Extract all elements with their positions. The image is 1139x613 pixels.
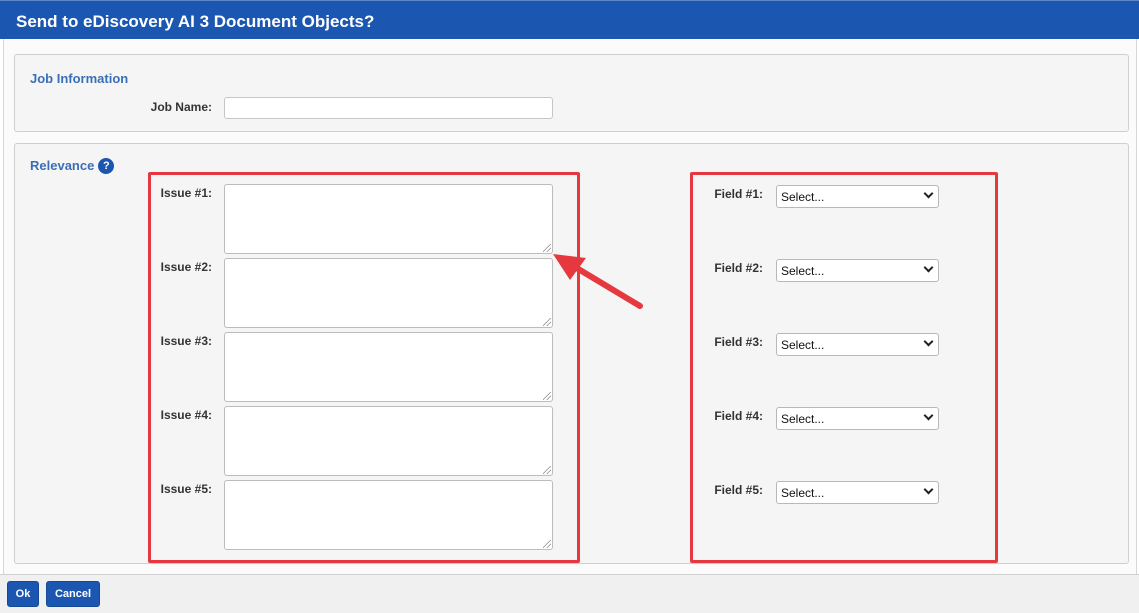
cancel-button[interactable]: Cancel xyxy=(46,581,100,607)
ok-button[interactable]: Ok xyxy=(7,581,39,607)
dialog-footer: Ok Cancel xyxy=(0,574,1139,613)
annotation-arrow-icon xyxy=(553,254,643,309)
